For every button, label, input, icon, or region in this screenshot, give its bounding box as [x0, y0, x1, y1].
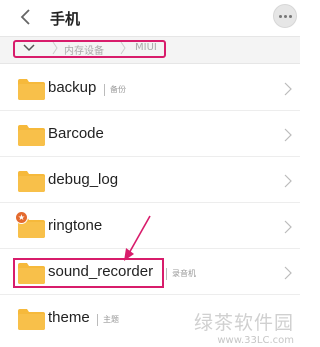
- file-desc: 录音机: [172, 269, 196, 278]
- more-icon-dot: [283, 14, 287, 18]
- file-row-barcode[interactable]: Barcode: [0, 113, 300, 157]
- folder-icon: [18, 78, 45, 100]
- more-button[interactable]: [273, 4, 297, 28]
- chevron-right-icon: [284, 128, 292, 142]
- file-row-ringtone[interactable]: ★ ringtone: [0, 205, 300, 249]
- file-row-debug-log[interactable]: debug_log: [0, 159, 300, 203]
- watermark-url: www.33LC.com: [217, 335, 294, 346]
- chevron-right-icon: [284, 266, 292, 280]
- more-icon: [278, 14, 282, 18]
- folder-icon: [18, 308, 45, 330]
- back-button[interactable]: [15, 6, 37, 28]
- chevron-right-icon: [284, 220, 292, 234]
- breadcrumb-highlight: [13, 40, 166, 58]
- file-name: backup: [48, 79, 97, 96]
- chevron-right-icon: [284, 174, 292, 188]
- watermark-logo: 绿茶软件园: [193, 312, 294, 334]
- highlight-frame: [13, 258, 164, 288]
- file-desc: 备份: [110, 85, 126, 94]
- app-header: 手机: [0, 0, 300, 36]
- file-desc: 主题: [103, 315, 119, 324]
- folder-icon: [18, 124, 45, 146]
- chevron-left-icon: [20, 9, 30, 25]
- divider: [97, 314, 98, 326]
- page-title: 手机: [50, 10, 81, 28]
- folder-icon: [18, 170, 45, 192]
- more-icon-dot: [288, 14, 292, 18]
- file-name: Barcode: [48, 125, 104, 142]
- file-name: theme: [48, 309, 90, 326]
- divider: [104, 84, 105, 96]
- file-name: debug_log: [48, 171, 119, 188]
- divider: [166, 268, 167, 280]
- chevron-right-icon: [284, 82, 292, 96]
- star-badge-icon: ★: [15, 211, 28, 224]
- file-name: ringtone: [48, 217, 103, 234]
- file-row-backup[interactable]: backup 备份: [0, 67, 300, 111]
- folder-icon: ★: [15, 211, 45, 238]
